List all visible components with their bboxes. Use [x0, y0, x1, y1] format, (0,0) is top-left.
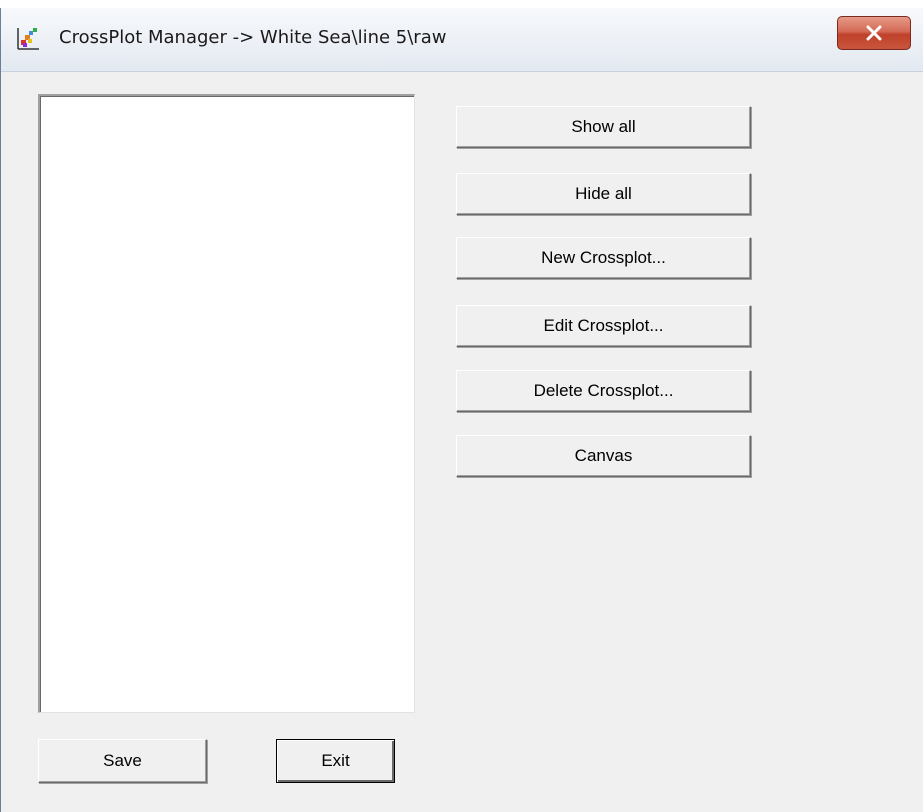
exit-button[interactable]: Exit	[276, 739, 395, 783]
show-all-button[interactable]: Show all	[456, 106, 751, 148]
canvas-button[interactable]: Canvas	[456, 435, 751, 477]
new-crossplot-button[interactable]: New Crossplot...	[456, 237, 751, 279]
crossplot-manager-window: CrossPlot Manager -> White Sea\line 5\ra…	[0, 8, 923, 812]
window-title: CrossPlot Manager -> White Sea\line 5\ra…	[59, 27, 447, 48]
title-bar[interactable]: CrossPlot Manager -> White Sea\line 5\ra…	[1, 8, 923, 72]
crossplot-list[interactable]	[38, 94, 415, 713]
save-button[interactable]: Save	[38, 739, 207, 783]
hide-all-button[interactable]: Hide all	[456, 173, 751, 215]
edit-crossplot-button[interactable]: Edit Crossplot...	[456, 305, 751, 347]
close-button[interactable]	[837, 16, 911, 50]
close-x-icon	[866, 25, 882, 41]
crossplot-app-icon	[15, 26, 41, 52]
delete-crossplot-button[interactable]: Delete Crossplot...	[456, 370, 751, 412]
